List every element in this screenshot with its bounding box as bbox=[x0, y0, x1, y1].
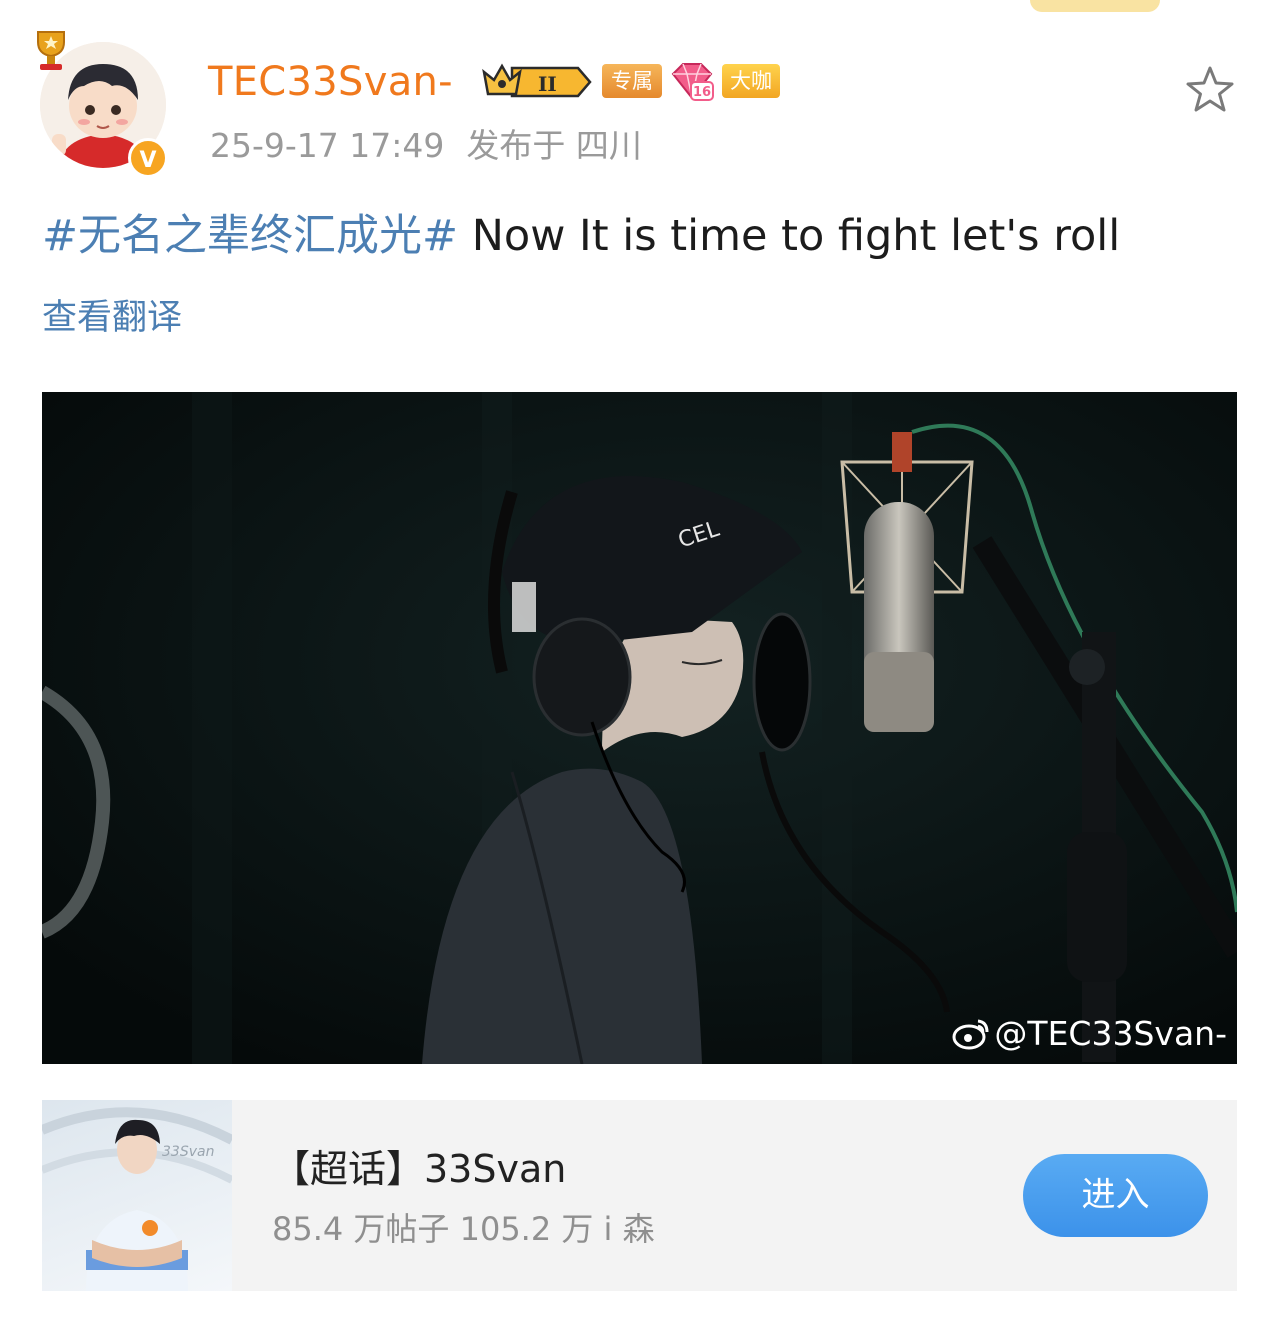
gem-badge-icon[interactable]: 16 bbox=[669, 60, 715, 104]
post-text: #无名之辈终汇成光# Now It is time to fight let's… bbox=[42, 208, 1120, 264]
weibo-logo-icon bbox=[952, 1019, 989, 1050]
trophy-icon bbox=[30, 28, 72, 72]
verified-icon: V bbox=[128, 138, 168, 178]
post-meta: 25-9-17 17:49 发布于 四川 bbox=[210, 122, 642, 170]
exclusive-badge[interactable]: 专属 bbox=[602, 64, 662, 98]
thumb-caption: 33Svan bbox=[162, 1144, 214, 1160]
location: 发布于 四川 bbox=[466, 126, 642, 165]
crown-badge-icon[interactable]: II bbox=[482, 62, 594, 102]
translate-link[interactable]: 查看翻译 bbox=[42, 292, 182, 344]
crown-badge-rank: II bbox=[538, 72, 557, 96]
top-decoration bbox=[1030, 0, 1160, 12]
star-favorite-icon[interactable] bbox=[1184, 64, 1236, 116]
photo-watermark: @TEC33Svan- bbox=[952, 1014, 1227, 1054]
vip-badge[interactable]: 大咖 bbox=[722, 64, 780, 98]
username[interactable]: TEC33Svan- bbox=[208, 58, 453, 106]
super-topic-title: 【超话】33Svan bbox=[272, 1147, 567, 1191]
post-photo[interactable]: CEL @TEC33Svan- bbox=[42, 392, 1237, 1064]
watermark-text: @TEC33Svan- bbox=[994, 1014, 1227, 1053]
super-topic-thumbnail: 33Svan bbox=[42, 1100, 232, 1291]
gem-badge-level: 16 bbox=[693, 85, 711, 100]
super-topic-stats: 85.4 万帖子 105.2 万 i 森 bbox=[272, 1210, 655, 1248]
super-topic-card[interactable]: 33Svan 【超话】33Svan 85.4 万帖子 105.2 万 i 森 进… bbox=[42, 1100, 1237, 1291]
post-body bbox=[458, 211, 472, 261]
post-body-text: Now It is time to fight let's roll bbox=[471, 211, 1121, 261]
timestamp: 25-9-17 17:49 bbox=[210, 126, 445, 165]
topic-link[interactable]: #无名之辈终汇成光# bbox=[42, 211, 458, 261]
enter-button[interactable]: 进入 bbox=[1023, 1154, 1208, 1237]
